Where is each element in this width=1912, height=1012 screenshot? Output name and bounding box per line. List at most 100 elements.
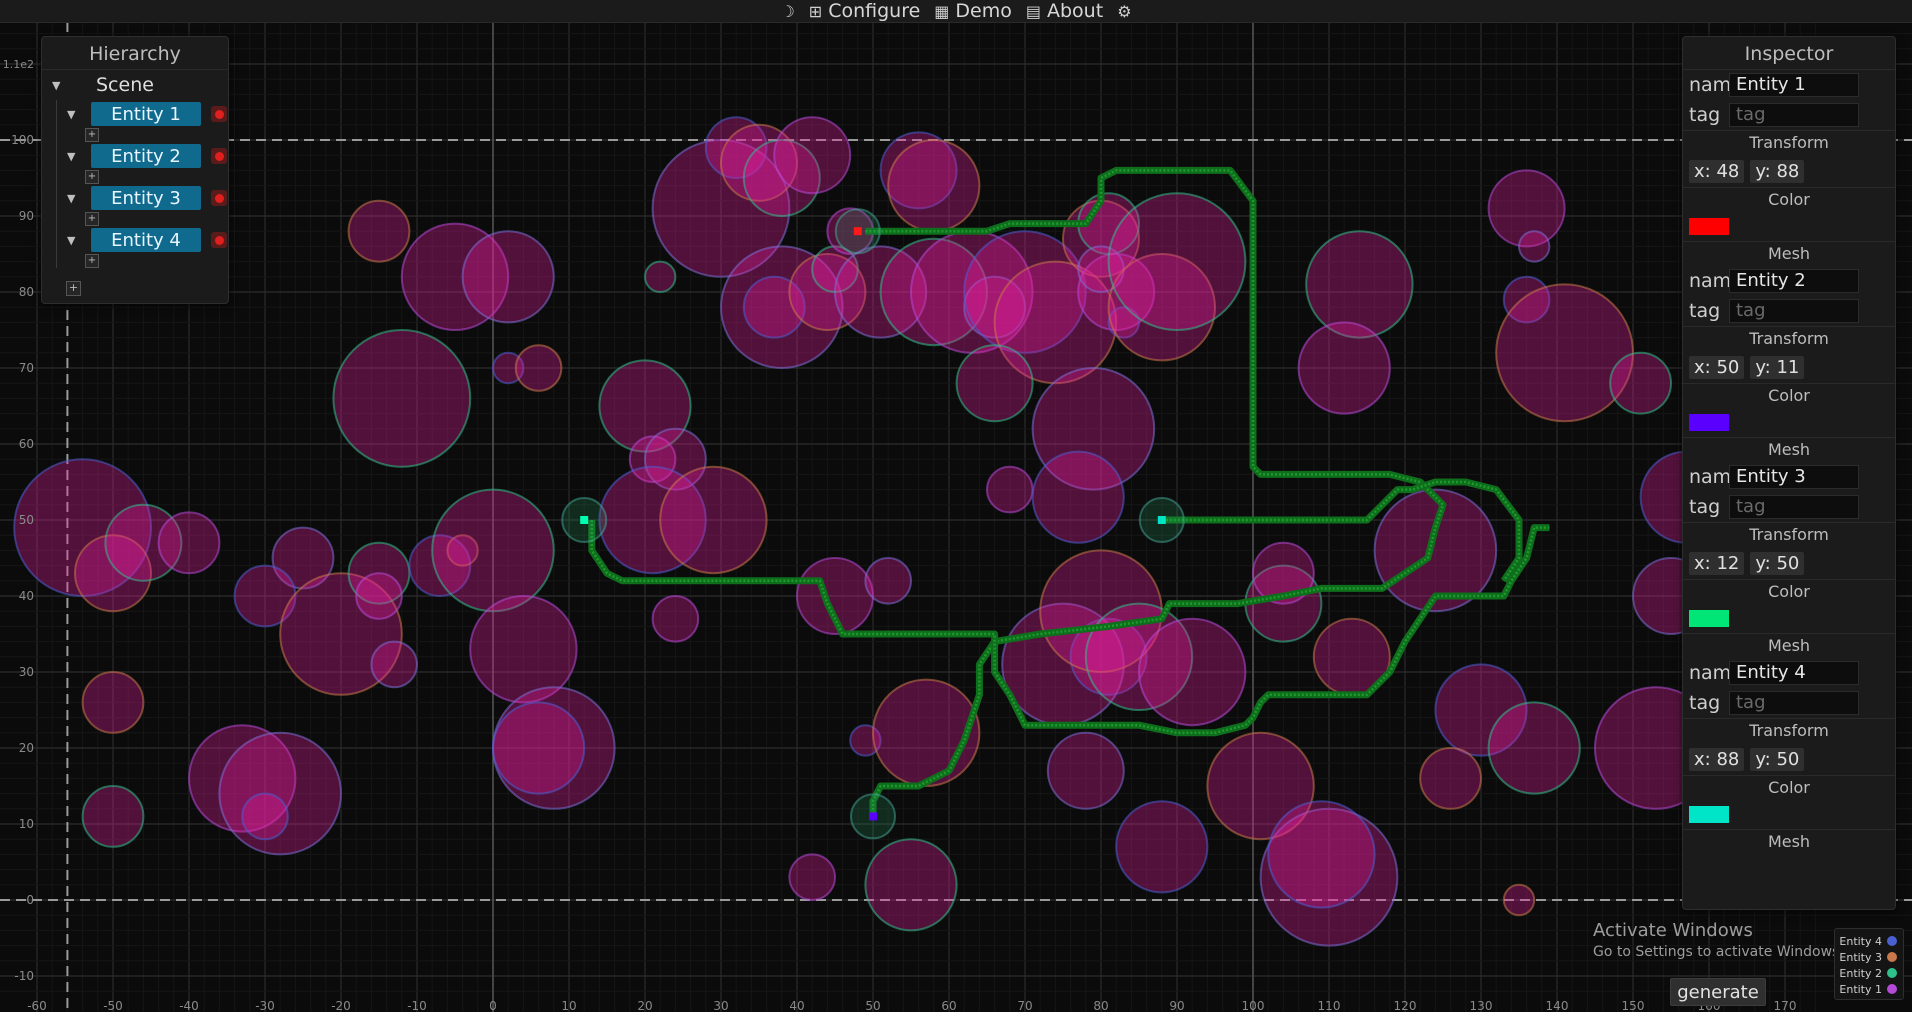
obstacle-circle <box>1518 230 1551 263</box>
entity-1-y-field[interactable]: y: 88 <box>1750 159 1805 183</box>
legend-label: Entity 1 <box>1839 982 1882 996</box>
top-menu-bar: ☽ ⊞ Configure ▦ Demo ▤ About ⚙ <box>0 0 1912 23</box>
entity-node-1: ▼ Entity 1 + <box>57 100 228 142</box>
entity-2-name-input[interactable]: Entity 2 <box>1729 269 1859 293</box>
obstacle-circle <box>773 116 852 195</box>
entity-4-x-field[interactable]: x: 88 <box>1689 747 1745 771</box>
entity-2-tag-input[interactable]: tag <box>1729 299 1859 323</box>
entity-3-name-input[interactable]: Entity 3 <box>1729 465 1859 489</box>
mesh-header: Mesh <box>1683 633 1895 658</box>
entity-1-button[interactable]: Entity 1 <box>91 102 201 126</box>
entity-2-color-swatch[interactable] <box>1689 414 1729 431</box>
settings-button[interactable]: ⚙ <box>1117 2 1131 21</box>
obstacle-circle <box>1115 800 1209 894</box>
plot-legend: Entity 4 Entity 3 Entity 2 Entity 1 <box>1834 928 1904 1000</box>
entity-1-x-field[interactable]: x: 48 <box>1689 159 1745 183</box>
scene-node[interactable]: ▼ Scene <box>42 70 228 100</box>
entity-3-tag-input[interactable]: tag <box>1729 495 1859 519</box>
y-tick-label: 70 <box>19 361 34 375</box>
entity-3-y-field[interactable]: y: 50 <box>1750 551 1805 575</box>
add-child-entity-3-button[interactable]: + <box>85 212 99 226</box>
add-entity-button[interactable]: + <box>66 281 81 296</box>
generate-button[interactable]: generate <box>1670 978 1766 1006</box>
entity-4-tag-input[interactable]: tag <box>1729 691 1859 715</box>
y-tick-label: 0 <box>26 893 34 907</box>
entity-3-x-field[interactable]: x: 12 <box>1689 551 1745 575</box>
entity-2-x-field[interactable]: x: 50 <box>1689 355 1745 379</box>
x-tick-label: 150 <box>1622 999 1645 1012</box>
y-tick-label: -10 <box>14 969 34 983</box>
entity-4-name-input[interactable]: Entity 4 <box>1729 661 1859 685</box>
add-child-entity-1-button[interactable]: + <box>85 128 99 142</box>
obstacle-circle <box>644 260 677 294</box>
x-tick-label: -60 <box>27 999 47 1012</box>
entity-list: ▼ Entity 1 + ▼ Entity 2 + ▼ Entity 3 + ▼… <box>56 100 228 268</box>
add-child-entity-4-button[interactable]: + <box>85 254 99 268</box>
entity-4-y-field[interactable]: y: 50 <box>1750 747 1805 771</box>
activate-windows-watermark: Activate Windows Go to Settings to activ… <box>1593 920 1844 960</box>
legend-entry-entity-2[interactable]: Entity 2 <box>1839 965 1903 981</box>
entity-2-button[interactable]: Entity 2 <box>91 144 201 168</box>
obstacle-circle <box>1495 283 1634 423</box>
legend-entry-entity-3[interactable]: Entity 3 <box>1839 949 1903 965</box>
collapse-triangle-icon[interactable]: ▼ <box>52 79 74 92</box>
entity-1-color-swatch[interactable] <box>1689 218 1729 235</box>
x-tick-label: 70 <box>1017 999 1032 1012</box>
collapse-triangle-icon[interactable]: ▼ <box>67 234 89 247</box>
obstacle-circle <box>514 344 563 392</box>
mesh-header: Mesh <box>1683 829 1895 854</box>
theme-toggle-button[interactable]: ☽ <box>780 2 794 21</box>
about-menu[interactable]: ▤ About <box>1026 0 1103 22</box>
obstacle-circle <box>347 199 411 263</box>
delete-entity-4-button[interactable] <box>211 232 227 248</box>
x-tick-label: 10 <box>561 999 576 1012</box>
obstacle-circle <box>1502 883 1536 917</box>
obstacle-circle <box>1305 230 1414 339</box>
legend-dot <box>1887 984 1897 994</box>
tag-label: tag <box>1689 300 1721 322</box>
collapse-triangle-icon[interactable]: ▼ <box>67 108 89 121</box>
entity-1-tag-input[interactable]: tag <box>1729 103 1859 127</box>
add-child-entity-2-button[interactable]: + <box>85 170 99 184</box>
y-tick-label: 50 <box>19 513 34 527</box>
x-tick-label: -40 <box>179 999 199 1012</box>
legend-entry-entity-4[interactable]: Entity 4 <box>1839 933 1903 949</box>
entity-3-button[interactable]: Entity 3 <box>91 186 201 210</box>
obstacle-circle <box>491 701 586 795</box>
obstacle-circle <box>355 572 403 620</box>
obstacle-circle <box>955 344 1034 423</box>
x-tick-label: -50 <box>103 999 123 1012</box>
entity-3-color-swatch[interactable] <box>1689 610 1729 627</box>
x-tick-label: 60 <box>941 999 956 1012</box>
legend-label: Entity 3 <box>1839 950 1882 964</box>
obstacle-circle <box>241 792 289 841</box>
delete-entity-2-button[interactable] <box>211 148 227 164</box>
entity-node-3: ▼ Entity 3 + <box>57 184 228 226</box>
x-tick-label: 30 <box>713 999 728 1012</box>
plot-canvas[interactable]: -60 -50 -40 -30 -20 -10 0 10 20 30 40 50 60 70 80 90 100… <box>0 22 1912 1012</box>
marker-entity-3 <box>580 516 589 524</box>
legend-entry-entity-1[interactable]: Entity 1 <box>1839 981 1903 997</box>
name-label: name <box>1689 466 1743 488</box>
entity-4-button[interactable]: Entity 4 <box>91 228 201 252</box>
demo-menu[interactable]: ▦ Demo <box>934 0 1012 22</box>
collapse-triangle-icon[interactable]: ▼ <box>67 192 89 205</box>
delete-entity-1-button[interactable] <box>211 106 227 122</box>
about-label: About <box>1047 0 1104 22</box>
inspector-entity-4: name Entity 4 tag tag Transform x: 88 y: 50… <box>1683 658 1895 854</box>
name-label: name <box>1689 662 1743 684</box>
obstacle-circle <box>1107 192 1247 332</box>
configure-menu[interactable]: ⊞ Configure <box>809 0 921 22</box>
entity-1-name-input[interactable]: Entity 1 <box>1729 73 1859 97</box>
x-tick-label: 110 <box>1318 999 1341 1012</box>
delete-icon <box>214 151 224 161</box>
obstacle-circle <box>659 465 768 575</box>
delete-entity-3-button[interactable] <box>211 190 227 206</box>
delete-icon <box>214 193 224 203</box>
x-tick-label: 90 <box>1169 999 1184 1012</box>
entity-4-color-swatch[interactable] <box>1689 806 1729 823</box>
entity-2-y-field[interactable]: y: 11 <box>1750 355 1805 379</box>
collapse-triangle-icon[interactable]: ▼ <box>67 150 89 163</box>
entity-node-2: ▼ Entity 2 + <box>57 142 228 184</box>
mesh-header: Mesh <box>1683 241 1895 266</box>
